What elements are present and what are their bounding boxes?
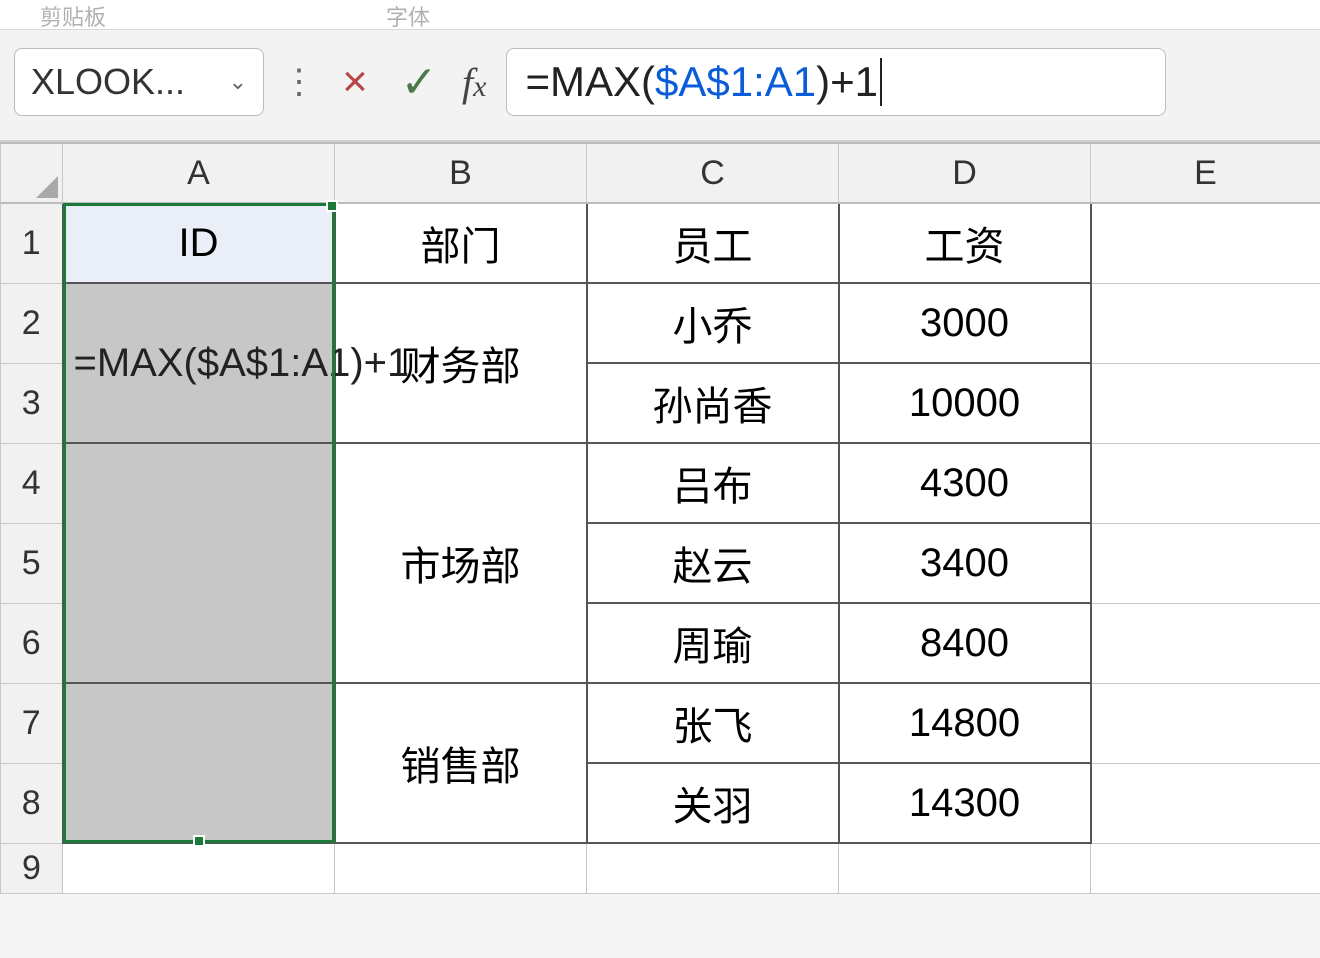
cell-A4[interactable]	[63, 443, 335, 683]
accept-icon[interactable]: ✓	[398, 57, 440, 108]
col-header-C[interactable]: C	[587, 143, 839, 203]
cell-C7[interactable]: 张飞	[587, 683, 839, 763]
formula-input[interactable]: =MAX($A$1:A1)+1	[506, 48, 1166, 116]
spreadsheet-grid[interactable]: A B C D E 1 ID 部门 员工 工资 2 =MAX($A$1:A1)+…	[0, 142, 1320, 894]
cell-D6[interactable]: 8400	[839, 603, 1091, 683]
chevron-down-icon[interactable]: ⌄	[225, 69, 251, 95]
cell-A1[interactable]: ID	[63, 203, 335, 283]
ribbon-left-hint: 剪贴板	[40, 0, 106, 32]
cell-A9[interactable]	[63, 843, 335, 893]
select-all-corner[interactable]	[1, 143, 63, 203]
cell-D8[interactable]: 14300	[839, 763, 1091, 843]
row-9: 9	[1, 843, 1320, 893]
cell-C3[interactable]: 孙尚香	[587, 363, 839, 443]
col-header-D[interactable]: D	[839, 143, 1091, 203]
row-header-4[interactable]: 4	[1, 443, 63, 523]
cell-E3[interactable]	[1091, 363, 1320, 443]
name-box-value: XLOOK...	[31, 61, 185, 103]
row-header-9[interactable]: 9	[1, 843, 63, 893]
row-header-5[interactable]: 5	[1, 523, 63, 603]
row-header-7[interactable]: 7	[1, 683, 63, 763]
cell-C5[interactable]: 赵云	[587, 523, 839, 603]
row-2: 2 =MAX($A$1:A1)+1 财务部 小乔 3000	[1, 283, 1320, 363]
cell-E7[interactable]	[1091, 683, 1320, 763]
cancel-icon[interactable]: ×	[334, 57, 376, 107]
row-header-8[interactable]: 8	[1, 763, 63, 843]
row-header-3[interactable]: 3	[1, 363, 63, 443]
row-4: 4 市场部 吕布 4300	[1, 443, 1320, 523]
cell-E9[interactable]	[1091, 843, 1320, 893]
cell-D5[interactable]: 3400	[839, 523, 1091, 603]
cell-E6[interactable]	[1091, 603, 1320, 683]
col-header-A[interactable]: A	[63, 143, 335, 203]
cell-C8[interactable]: 关羽	[587, 763, 839, 843]
formula-text-suffix: )+1	[816, 58, 878, 106]
sheet-table[interactable]: A B C D E 1 ID 部门 员工 工资 2 =MAX($A$1:A1)+…	[0, 142, 1320, 894]
cell-E1[interactable]	[1091, 203, 1320, 283]
cell-D1[interactable]: 工资	[839, 203, 1091, 283]
cell-B4[interactable]: 市场部	[335, 443, 587, 683]
cell-A2-editing[interactable]: =MAX($A$1:A1)+1	[63, 283, 335, 443]
cell-C6[interactable]: 周瑜	[587, 603, 839, 683]
cell-D9[interactable]	[839, 843, 1091, 893]
formula-bar-row: XLOOK... ⌄ ⋮ × ✓ fx =MAX($A$1:A1)+1	[0, 30, 1320, 142]
cell-B7[interactable]: 销售部	[335, 683, 587, 843]
cell-C9[interactable]	[587, 843, 839, 893]
column-header-row: A B C D E	[1, 143, 1320, 203]
cell-C4[interactable]: 吕布	[587, 443, 839, 523]
cell-D3[interactable]: 10000	[839, 363, 1091, 443]
cell-E8[interactable]	[1091, 763, 1320, 843]
cell-E5[interactable]	[1091, 523, 1320, 603]
formula-text-prefix: =MAX(	[525, 58, 655, 106]
row-header-1[interactable]: 1	[1, 203, 63, 283]
cell-C1[interactable]: 员工	[587, 203, 839, 283]
row-header-2[interactable]: 2	[1, 283, 63, 363]
separator-dots-icon: ⋮	[278, 74, 320, 91]
cell-D2[interactable]: 3000	[839, 283, 1091, 363]
row-1: 1 ID 部门 员工 工资	[1, 203, 1320, 283]
col-header-E[interactable]: E	[1091, 143, 1320, 203]
cell-C2[interactable]: 小乔	[587, 283, 839, 363]
row-7: 7 销售部 张飞 14800	[1, 683, 1320, 763]
cell-B1[interactable]: 部门	[335, 203, 587, 283]
text-cursor	[880, 58, 882, 106]
ribbon-right-hint: 字体	[386, 0, 430, 32]
row-header-6[interactable]: 6	[1, 603, 63, 683]
cell-D7[interactable]: 14800	[839, 683, 1091, 763]
fx-icon[interactable]: fx	[462, 59, 486, 106]
cell-D4[interactable]: 4300	[839, 443, 1091, 523]
name-box[interactable]: XLOOK... ⌄	[14, 48, 264, 116]
col-header-B[interactable]: B	[335, 143, 587, 203]
ribbon-fragment: 剪贴板 字体	[0, 0, 1320, 30]
cell-A7[interactable]	[63, 683, 335, 843]
formula-controls: × ✓ fx	[334, 57, 486, 108]
cell-B9[interactable]	[335, 843, 587, 893]
cell-E4[interactable]	[1091, 443, 1320, 523]
formula-text-ref: $A$1:A1	[655, 58, 816, 106]
cell-E2[interactable]	[1091, 283, 1320, 363]
